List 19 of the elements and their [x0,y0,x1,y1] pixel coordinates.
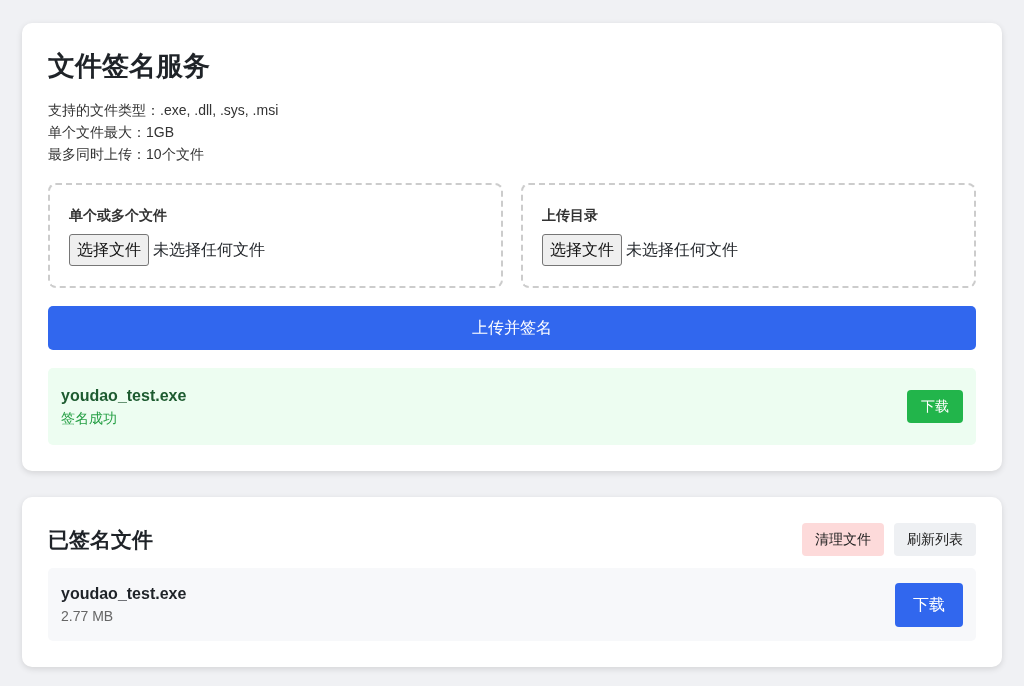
download-button[interactable]: 下载 [895,582,963,627]
choose-file-button[interactable]: 选择文件 [69,234,149,266]
upload-label: 上传目录 [542,206,598,225]
file-size: 2.77 MB [61,607,115,626]
upload-sign-button[interactable]: 上传并签名 [48,306,976,350]
info-line: 最多同时上传：10个文件 [48,145,205,164]
file-name: youdao_test.exe [61,584,187,604]
file-status: 未选择任何文件 [626,240,738,260]
result-message: 签名成功 [61,409,118,428]
refresh-list-button[interactable]: 刷新列表 [894,523,976,556]
info-line: 单个文件最大：1GB [48,123,175,142]
section-title: 已签名文件 [48,526,153,553]
info-line: 支持的文件类型：.exe, .dll, .sys, .msi [48,101,280,120]
upload-label: 单个或多个文件 [69,206,167,225]
choose-file-button[interactable]: 选择文件 [542,234,622,266]
clear-files-button[interactable]: 清理文件 [802,523,884,556]
page-title: 文件签名服务 [48,50,211,83]
file-status: 未选择任何文件 [153,240,265,260]
result-filename: youdao_test.exe [61,386,187,406]
